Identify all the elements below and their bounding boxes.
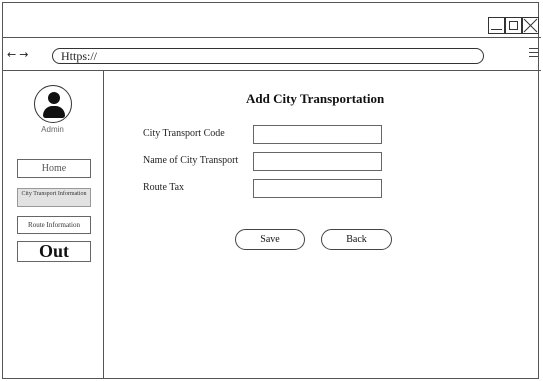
- route-tax-label: Route Tax: [143, 182, 185, 193]
- city-transport-name-input[interactable]: [253, 152, 382, 171]
- minimize-icon[interactable]: [488, 17, 505, 34]
- sidebar-item-home[interactable]: Home: [17, 159, 91, 178]
- sidebar-item-out[interactable]: Out: [17, 241, 91, 262]
- save-button[interactable]: Save: [235, 229, 305, 250]
- sidebar: Admin Home City Transport Information Ro…: [2, 71, 104, 379]
- user-icon: [34, 85, 72, 123]
- nav-arrows: ←→: [7, 48, 31, 61]
- close-icon[interactable]: [522, 17, 539, 34]
- forward-arrow-icon[interactable]: →: [19, 48, 31, 61]
- back-button[interactable]: Back: [321, 229, 392, 250]
- maximize-icon[interactable]: [505, 17, 522, 34]
- hamburger-icon[interactable]: [529, 48, 538, 58]
- window-controls: [488, 17, 539, 34]
- city-transport-name-label: Name of City Transport: [143, 155, 239, 166]
- titlebar-divider: [2, 37, 541, 38]
- sidebar-item-city-transport[interactable]: City Transport Information: [17, 188, 91, 207]
- route-tax-input[interactable]: [253, 179, 382, 198]
- city-transport-code-input[interactable]: [253, 125, 382, 144]
- url-input[interactable]: Https://: [52, 48, 484, 64]
- page-title: Add City Transportation: [246, 91, 385, 106]
- city-transport-code-label: City Transport Code: [143, 128, 225, 139]
- back-arrow-icon[interactable]: ←: [7, 48, 19, 61]
- user-role: Admin: [41, 125, 64, 134]
- sidebar-item-route-information[interactable]: Route Information: [17, 216, 91, 234]
